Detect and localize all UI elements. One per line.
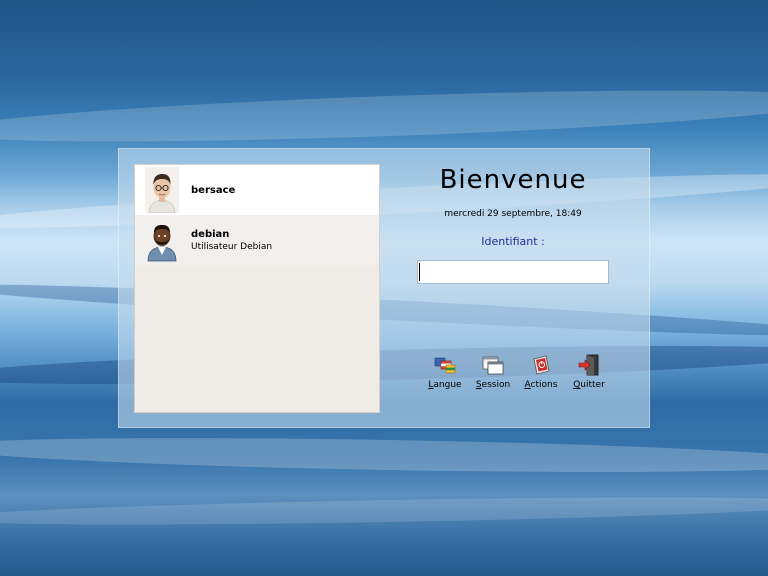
session-label: ession [481,380,511,390]
language-button[interactable]: Langue [424,353,466,390]
photo-avatar [145,167,179,213]
session-button[interactable]: Session [472,353,514,390]
default-user-icon [147,225,177,262]
date-time-label: mercredi 29 septembre, 18:49 [444,209,582,219]
quit-door-icon [578,354,599,376]
user-name: debian [191,228,230,240]
actions-power-icon [533,355,550,375]
user-row-debian[interactable]: debian Utilisateur Debian [135,215,379,265]
user-name: bersace [191,184,236,196]
quit-button[interactable]: Quitter [568,353,610,390]
language-label: angue [433,380,462,390]
quit-label: uitter [580,380,605,390]
login-panel: bersace debian Utilisateur Debian Bienve… [118,148,650,428]
user-row-bersace[interactable]: bersace [135,165,379,215]
user-description: Utilisateur Debian [191,241,273,252]
action-bar: Langue Session Actions Quitter [424,353,610,390]
username-input[interactable] [417,260,609,284]
text-cursor [419,263,420,281]
actions-button[interactable]: Actions [520,353,562,390]
session-windows-icon [482,356,504,375]
language-flags-icon [434,357,456,374]
actions-label: ctions [530,380,558,390]
user-list[interactable]: bersace debian Utilisateur Debian [134,164,380,413]
welcome-title: Bienvenue [439,165,587,195]
username-label: Identifiant : [481,235,545,248]
